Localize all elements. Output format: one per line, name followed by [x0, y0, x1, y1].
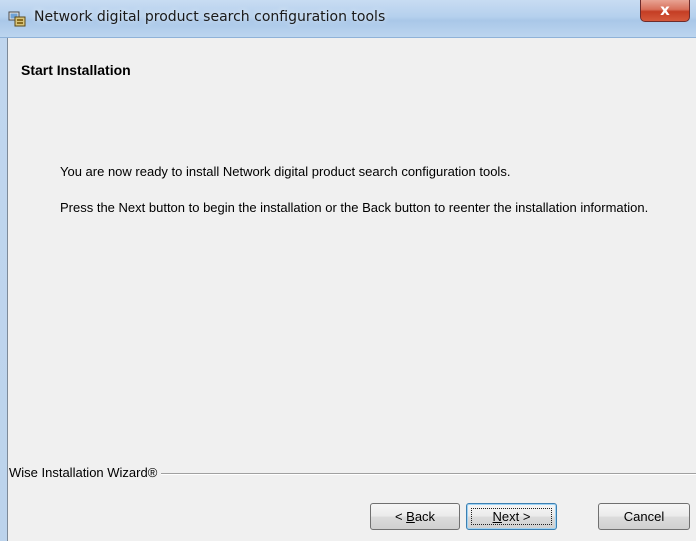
installer-app-icon	[8, 11, 26, 27]
cancel-button[interactable]: Cancel	[598, 503, 690, 530]
window-frame-left	[0, 38, 7, 541]
page-title: Start Installation	[21, 62, 131, 78]
window-frame-border	[7, 38, 8, 541]
window-title: Network digital product search configura…	[34, 9, 386, 25]
back-button[interactable]: < Back	[370, 503, 460, 530]
instruction-message: Press the Next button to begin the insta…	[60, 200, 649, 215]
wizard-brand-label: Wise Installation Wizard®	[9, 465, 162, 480]
next-button[interactable]: Next >	[466, 503, 557, 530]
cancel-button-label: Cancel	[623, 509, 665, 524]
close-button[interactable]: x	[640, 0, 690, 22]
next-button-label: Next >	[492, 509, 531, 524]
installer-dialog: Network digital product search configura…	[0, 0, 696, 541]
back-button-label: < Back	[394, 509, 436, 524]
close-icon: x	[660, 1, 670, 19]
title-bar[interactable]: Network digital product search configura…	[0, 0, 696, 38]
ready-message: You are now ready to install Network dig…	[60, 164, 511, 179]
